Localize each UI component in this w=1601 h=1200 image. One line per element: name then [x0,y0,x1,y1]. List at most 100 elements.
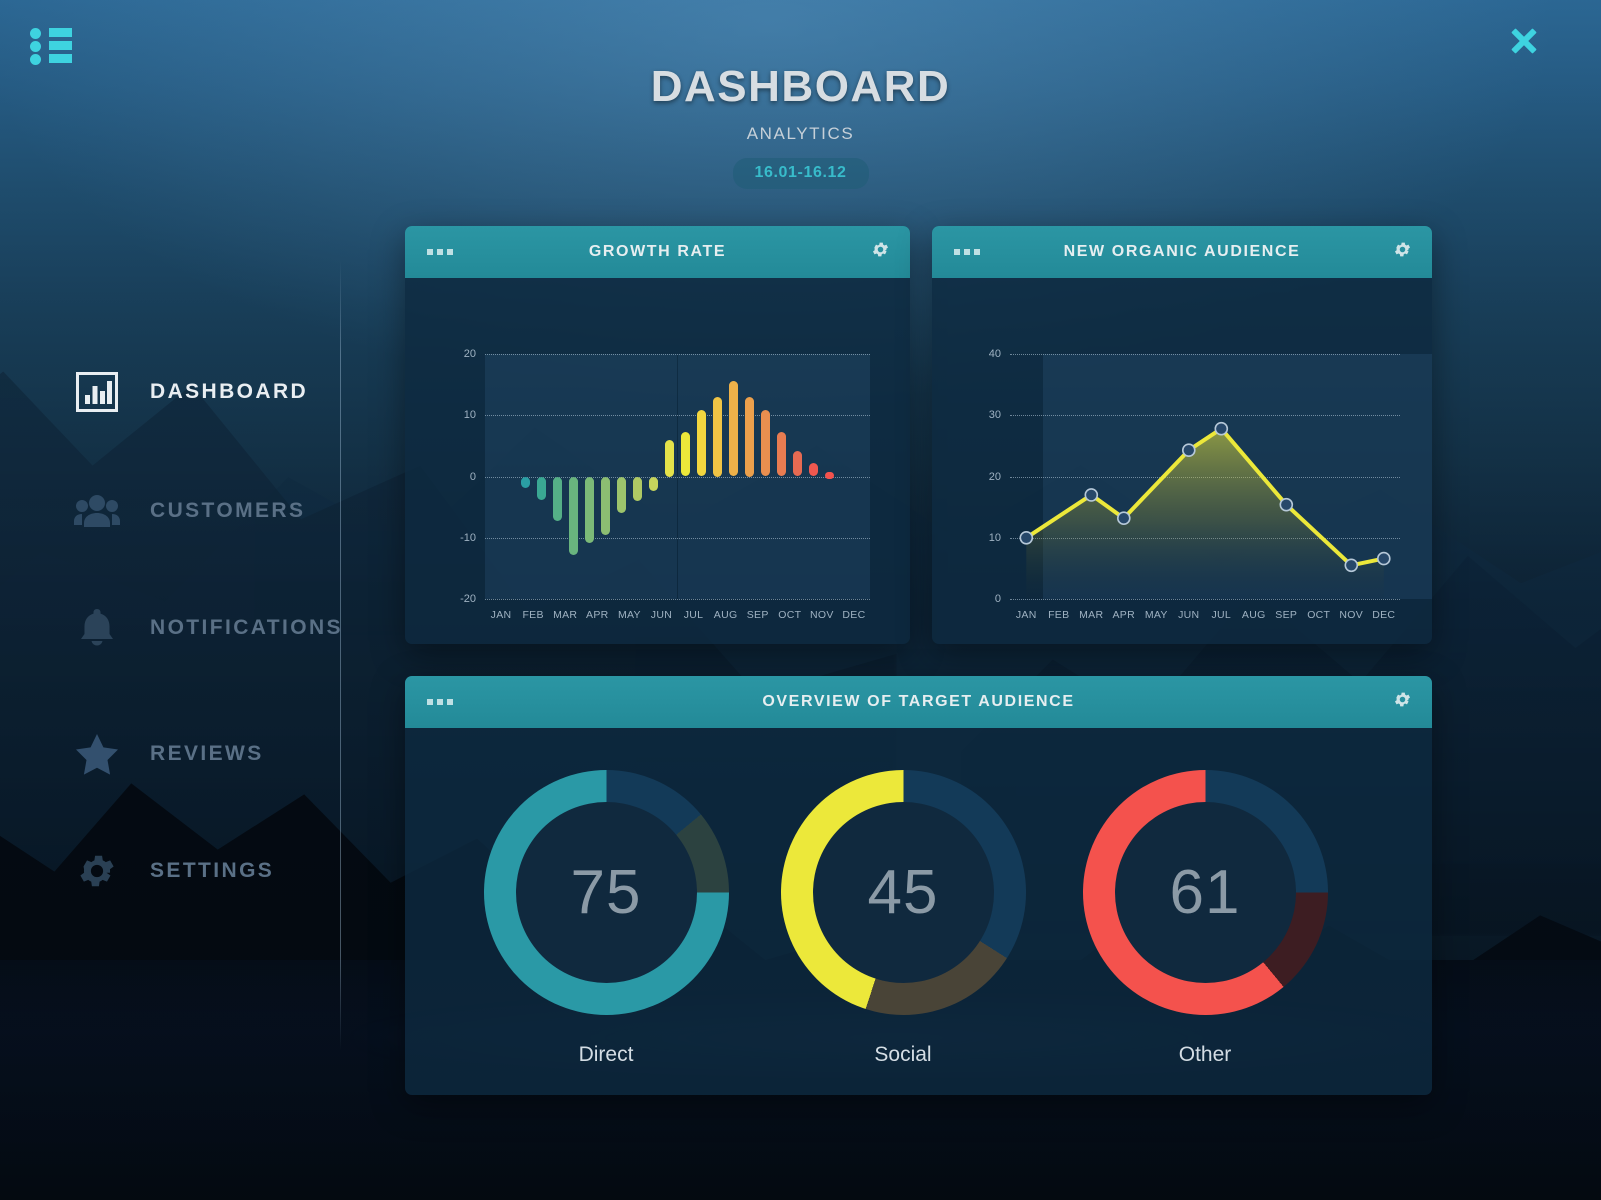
sidebar-item-label: SETTINGS [150,859,275,882]
y-axis-tick: -10 [460,531,476,544]
growth-bar [568,476,578,555]
x-axis-tick: MAR [1079,609,1104,621]
donut-ring: 75 [483,770,729,1015]
growth-bar [729,380,739,477]
card-body-overview: 75 Direct 45 Social 61 Other [405,728,1432,1095]
card-header-growth-rate: GROWTH RATE [405,226,910,278]
sidebar-item-dashboard[interactable]: DASHBOARD [70,368,308,416]
card-overview-of-target-audience: OVERVIEW OF TARGET AUDIENCE 75 Direct 45 So… [405,676,1432,1095]
x-axis-tick: JUL [683,609,704,621]
card-new-organic-audience: NEW ORGANIC AUDIENCE 40 30 20 10 0 JAN FEB MAR A… [932,226,1432,644]
gridline [485,415,870,417]
y-axis-tick: 20 [988,470,1001,483]
gridline [1010,599,1400,600]
sidebar-item-notifications[interactable]: NOTIFICATIONS [70,604,343,652]
donut-value: 45 [867,858,939,927]
y-axis-tick: 0 [469,470,476,483]
y-axis-tick: 10 [463,409,476,422]
card-title-growth-rate: GROWTH RATE [588,243,727,260]
x-axis-tick: AUG [713,609,738,621]
growth-rate-plot [485,354,870,600]
x-axis-tick: MAR [553,609,578,621]
donut-ring: 45 [780,770,1026,1015]
y-axis-tick: -20 [460,593,476,605]
sidebar-item-customers[interactable]: CUSTOMERS [70,487,305,535]
dots-icon[interactable] [427,699,453,705]
sidebar-item-settings[interactable]: SETTINGS [70,847,274,895]
growth-bar [777,431,787,477]
gear-icon[interactable] [871,240,890,264]
page-title: DASHBOARD [650,62,951,111]
x-axis-tick: MAY [617,609,641,621]
x-axis-tick: JAN [1015,609,1037,621]
donut-value: 75 [570,858,642,927]
growth-bar [745,396,755,477]
growth-bar [825,471,835,479]
star-icon [70,730,124,778]
donut-label: Other [1178,1043,1232,1066]
growth-bar [632,476,642,501]
sidebar-item-reviews[interactable]: REVIEWS [70,730,264,778]
gear-icon [70,847,124,895]
growth-bar [552,476,562,522]
donut-ring: 61 [1082,770,1328,1015]
growth-bar [713,396,723,477]
growth-bar [616,476,626,513]
donut-direct[interactable]: 75 [483,770,729,1015]
growth-bar [793,450,803,477]
bar-chart-icon [70,368,124,416]
card-title-overview: OVERVIEW OF TARGET AUDIENCE [762,693,1075,710]
x-axis-tick: SEP [746,609,769,621]
new-organic-audience-plot [1010,354,1432,600]
x-axis-tick: DEC [842,609,866,621]
growth-bar [761,410,771,477]
sidebar: DASHBOARD CUSTOMERS NOTIFICATIONS REVIEWS SE… [0,260,343,1050]
gear-icon[interactable] [1393,690,1412,714]
close-icon[interactable] [1507,24,1541,58]
x-axis-tick: JUN [650,609,673,621]
growth-bar [584,476,594,543]
x-axis-tick: OCT [1307,609,1331,621]
dots-icon[interactable] [954,249,980,255]
x-axis-tick: AUG [1241,609,1266,621]
donut-social[interactable]: 45 [780,770,1026,1015]
growth-bar [664,439,674,477]
x-axis-tick: MAY [1144,609,1168,621]
card-body-growth-rate: 20 10 0 -10 -20 JAN FEB MAR APR MAY JUN JUL AUG SEP OC… [405,278,910,644]
list-menu-icon[interactable] [30,26,72,65]
growth-bar [520,476,530,488]
donut-other[interactable]: 61 [1082,770,1328,1015]
users-icon [70,487,124,535]
x-axis-tick: NOV [810,609,834,621]
growth-bar [536,476,546,500]
x-axis-tick: SEP [1275,609,1298,621]
y-axis-tick: 40 [988,348,1001,360]
page-subtitle: ANALYTICS [746,124,855,143]
y-axis-tick: 10 [988,531,1001,544]
gear-icon[interactable] [1393,240,1412,264]
bell-icon [70,604,124,652]
date-range-pill[interactable]: 16.01-16.12 [732,158,869,189]
y-axis-tick: 0 [994,593,1001,605]
growth-bar [681,431,691,477]
sidebar-item-label: NOTIFICATIONS [150,616,343,639]
card-header-new-organic-audience: NEW ORGANIC AUDIENCE [932,226,1432,278]
x-axis-tick: APR [1112,609,1135,621]
growth-bar [697,410,707,477]
card-body-new-organic-audience: 40 30 20 10 0 JAN FEB MAR APR MAY JUN JUL AUG SEP OCT N… [932,278,1432,644]
card-header-overview: OVERVIEW OF TARGET AUDIENCE [405,676,1432,728]
y-axis-tick: 30 [988,409,1001,422]
x-axis-tick: JUL [1211,609,1232,621]
gridline [485,537,870,539]
x-axis-tick: FEB [522,609,544,621]
donut-label: Direct [578,1043,634,1066]
card-title-new-organic-audience: NEW ORGANIC AUDIENCE [1063,243,1301,260]
sidebar-item-label: CUSTOMERS [150,499,306,522]
sidebar-item-label: REVIEWS [150,742,264,765]
area-chart-svg [1019,421,1391,599]
x-axis-tick: OCT [778,609,802,621]
x-axis-tick: JAN [490,609,512,621]
gridline [485,599,870,600]
y-axis-tick: 20 [463,348,476,360]
dots-icon[interactable] [427,249,453,255]
